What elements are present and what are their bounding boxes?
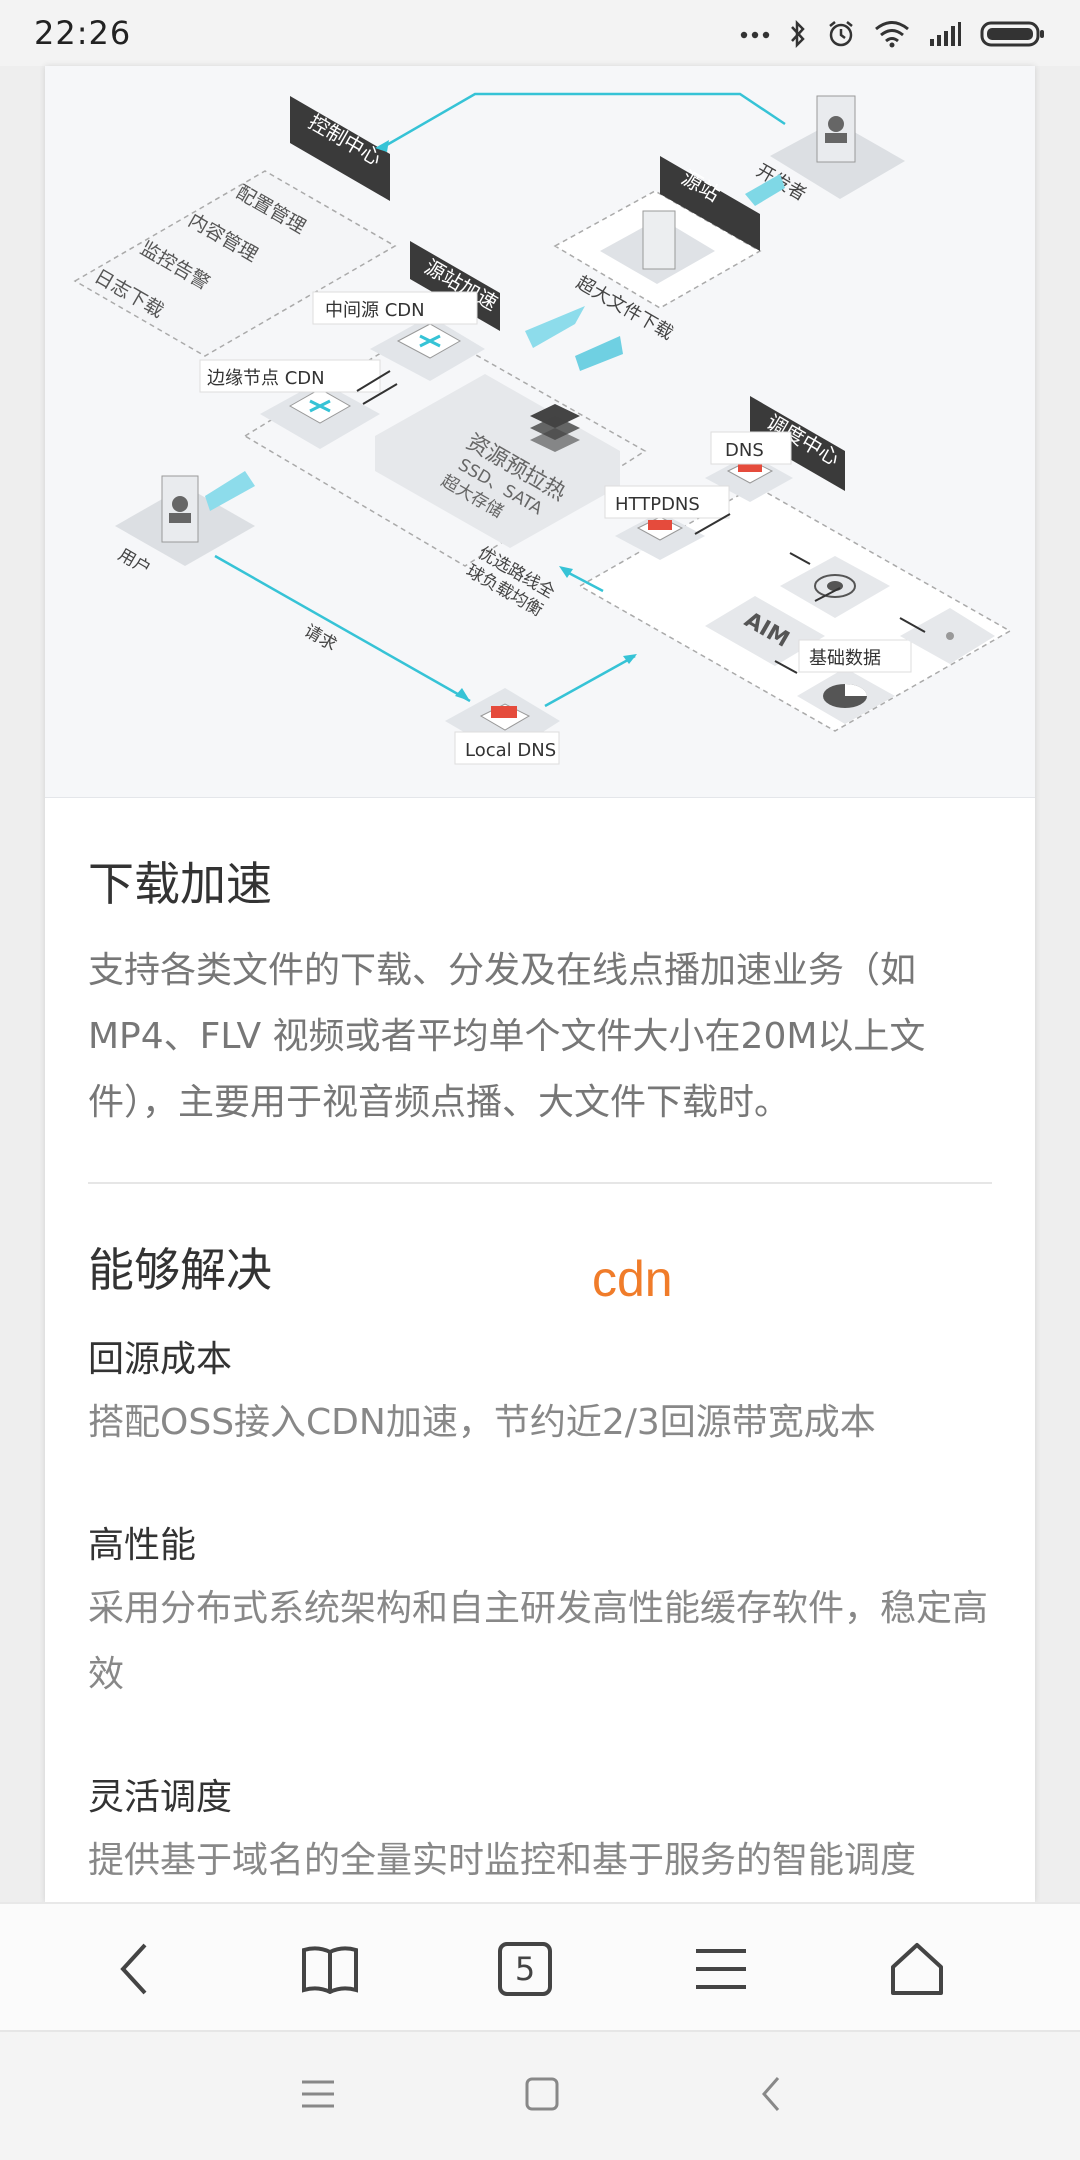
section-divider [88, 1182, 992, 1184]
recent-apps-button[interactable] [298, 2074, 348, 2124]
recent-apps-icon [302, 2080, 334, 2108]
bookmarks-button[interactable] [295, 1934, 365, 2004]
system-nav-bar [0, 2030, 1080, 2160]
status-bar: 22:26 [0, 0, 1080, 66]
signal-icon [930, 22, 961, 46]
architecture-diagram: 配置管理 内容管理 监控告警 日志下载 控制中心 开发者 源站 超大文件下 [45, 66, 1035, 798]
home-icon [891, 1943, 943, 1995]
item-text-cost: 搭配OSS接入CDN加速，节约近2/3回源带宽成本 [88, 1402, 876, 1443]
content-card: 配置管理 内容管理 监控告警 日志下载 控制中心 开发者 源站 超大文件下 [45, 66, 1035, 1902]
tabs-count: 5 [514, 1950, 536, 1988]
article-description: 支持各类文件的下载、分发及在线点播加速业务（如MP4、FLV 视频或者平均单个文… [88, 950, 926, 1123]
home-square-icon [525, 2077, 559, 2111]
back-chevron-icon [762, 2077, 780, 2111]
alarm-icon [829, 21, 853, 47]
item-text-performance: 采用分布式系统架构和自主研发高性能缓存软件，稳定高效 [88, 1588, 989, 1695]
label-local-dns: Local DNS [465, 740, 556, 761]
solve-title: 能够解决 [88, 1243, 272, 1297]
menu-button[interactable] [686, 1934, 756, 2004]
back-nav-button[interactable] [752, 2074, 802, 2124]
bookmarks-icon [302, 1946, 358, 1994]
home-nav-button[interactable] [522, 2074, 572, 2124]
item-title-cost: 回源成本 [88, 1339, 233, 1380]
status-time: 22:26 [34, 14, 132, 52]
bluetooth-icon [791, 19, 805, 49]
article-title: 下载加速 [88, 857, 272, 911]
item-title-performance: 高性能 [88, 1525, 197, 1566]
diagram-svg: 配置管理 内容管理 监控告警 日志下载 控制中心 开发者 源站 超大文件下 [73, 92, 1012, 765]
label-edge-cdn: 边缘节点 CDN [207, 368, 325, 389]
status-icons [740, 14, 1046, 54]
overlay-cdn-text: cdn [592, 1251, 673, 1307]
back-icon [120, 1943, 147, 1995]
tabs-button[interactable]: 5 [490, 1934, 560, 2004]
more-dots-icon [740, 31, 770, 39]
battery-icon [980, 21, 1044, 47]
label-httpdns: HTTPDNS [615, 494, 700, 515]
home-button[interactable] [882, 1934, 952, 2004]
label-request: 请求 [301, 621, 340, 655]
browser-toolbar: 5 [0, 1902, 1080, 2030]
back-button[interactable] [100, 1934, 170, 2004]
label-user: 用户 [115, 545, 154, 579]
item-title-scheduling: 灵活调度 [88, 1777, 233, 1818]
label-dns: DNS [725, 440, 764, 461]
label-basic-data: 基础数据 [809, 648, 881, 669]
item-text-scheduling: 提供基于域名的全量实时监控和基于服务的智能调度 [88, 1840, 917, 1881]
label-mid-cdn: 中间源 CDN [325, 300, 425, 321]
menu-icon [696, 1949, 746, 1989]
wifi-icon [875, 21, 909, 48]
